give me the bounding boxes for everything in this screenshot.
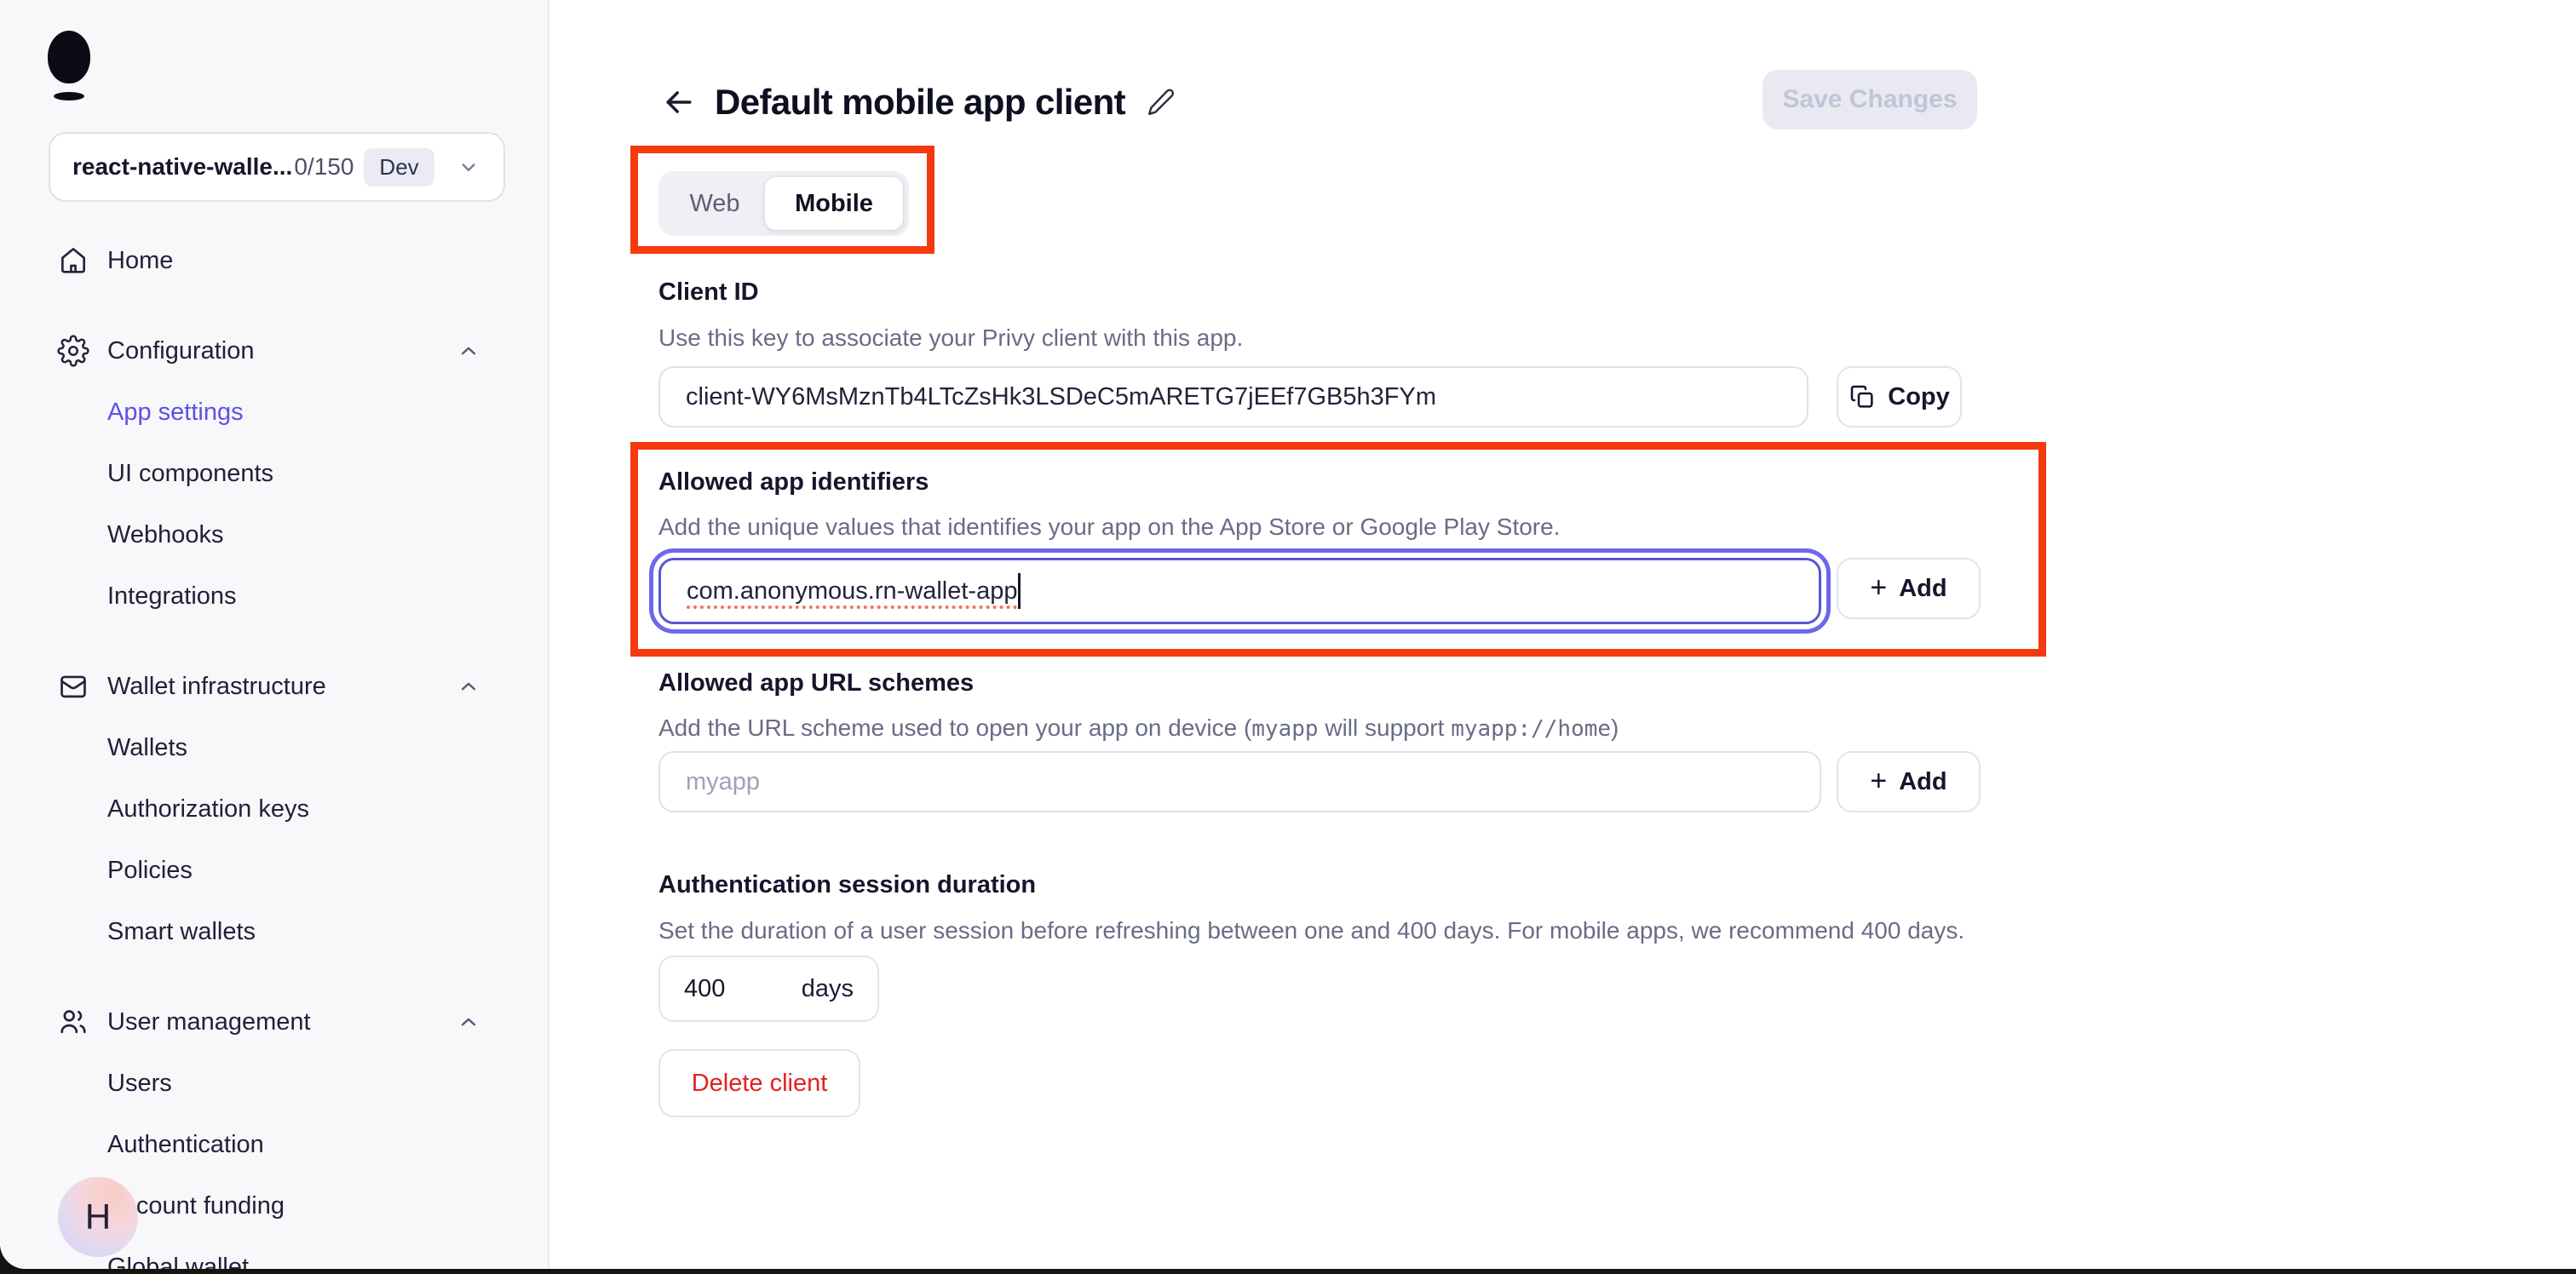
chevron-up-icon [456, 674, 481, 699]
platform-tabs: Web Mobile [658, 171, 909, 236]
copy-icon [1849, 383, 1876, 410]
app-identifiers-label: Allowed app identifiers [658, 468, 929, 496]
client-id-description: Use this key to associate your Privy cli… [658, 324, 1243, 352]
sidebar-group-wallet-infrastructure[interactable]: Wallet infrastructure [0, 656, 548, 717]
plus-icon: + [1870, 573, 1887, 602]
sidebar-item-label: Wallets [107, 734, 187, 762]
app-identifier-value: com.anonymous.rn-wallet-app [687, 577, 1017, 605]
url-scheme-placeholder: myapp [686, 768, 760, 796]
client-id-input[interactable]: client-WY6MsMznTb4LTcZsHk3LSDeC5mARETG7j… [658, 366, 1808, 428]
session-duration-label: Authentication session duration [658, 871, 1036, 899]
session-duration-input[interactable]: 400 days [658, 956, 879, 1022]
privy-logo-icon [48, 31, 92, 102]
client-id-value: client-WY6MsMznTb4LTcZsHk3LSDeC5mARETG7j… [686, 383, 1436, 411]
plus-icon: + [1870, 766, 1887, 795]
sidebar-item-users[interactable]: Users [0, 1053, 548, 1114]
session-duration-value: 400 [684, 975, 725, 1003]
main-content: Default mobile app client Save Changes W… [549, 0, 2576, 1269]
sidebar-item-label: Global wallet [107, 1254, 249, 1270]
sidebar-item-smart-wallets[interactable]: Smart wallets [0, 901, 548, 962]
sidebar-item-home[interactable]: Home [0, 230, 548, 291]
url-schemes-description: Add the URL scheme used to open your app… [658, 714, 1619, 742]
sidebar-item-label: Authentication [107, 1131, 264, 1159]
sidebar-group-label: Wallet infrastructure [107, 673, 326, 701]
sidebar-group-user-management[interactable]: User management [0, 991, 548, 1053]
session-duration-unit: days [802, 975, 854, 1003]
avatar-initial: H [85, 1197, 111, 1237]
save-changes-button[interactable]: Save Changes [1762, 70, 1977, 129]
sidebar-item-label: Webhooks [107, 521, 224, 549]
copy-button-label: Copy [1888, 383, 1950, 411]
wallet-icon [56, 669, 90, 703]
sidebar-item-policies[interactable]: Policies [0, 840, 548, 901]
client-id-label: Client ID [658, 278, 759, 307]
sidebar-item-label: Smart wallets [107, 918, 256, 946]
project-selector[interactable]: react-native-walle... 0/150 Dev [49, 132, 505, 202]
sidebar-item-label: UI components [107, 460, 273, 488]
gear-icon [56, 334, 90, 368]
url-schemes-desc-text: ) [1611, 714, 1619, 741]
add-url-scheme-button[interactable]: + Add [1837, 751, 1981, 812]
sidebar-item-label: App settings [107, 399, 244, 427]
delete-client-button[interactable]: Delete client [658, 1049, 860, 1117]
env-badge: Dev [364, 148, 434, 187]
app-identifier-input[interactable]: com.anonymous.rn-wallet-app [658, 558, 1821, 624]
page-title: Default mobile app client [715, 82, 1125, 123]
pencil-icon[interactable] [1144, 85, 1178, 119]
sidebar: react-native-walle... 0/150 Dev Home Con… [0, 0, 549, 1269]
sidebar-item-label: Policies [107, 857, 193, 885]
add-identifier-button[interactable]: + Add [1837, 558, 1981, 619]
sidebar-group-configuration[interactable]: Configuration [0, 320, 548, 382]
url-schemes-desc-mono: myapp://home [1451, 716, 1611, 742]
sidebar-item-integrations[interactable]: Integrations [0, 565, 548, 627]
sidebar-item-app-settings[interactable]: App settings [0, 382, 548, 443]
sidebar-item-authorization-keys[interactable]: Authorization keys [0, 778, 548, 840]
sidebar-group-label: Configuration [107, 337, 255, 365]
sidebar-item-label: Home [107, 247, 173, 275]
sidebar-nav: Home Configuration App settings UI compo… [0, 230, 548, 1269]
user-avatar[interactable]: H [58, 1177, 138, 1257]
url-scheme-input[interactable]: myapp [658, 751, 1821, 812]
url-schemes-desc-mono: myapp [1251, 716, 1318, 742]
chevron-down-icon [456, 154, 481, 180]
text-caret [1018, 573, 1021, 609]
users-icon [56, 1005, 90, 1039]
back-button[interactable] [658, 82, 699, 123]
sidebar-item-label: Users [107, 1070, 172, 1098]
project-name: react-native-walle... [72, 153, 292, 181]
sidebar-item-label: Integrations [107, 582, 237, 611]
url-schemes-label: Allowed app URL schemes [658, 669, 974, 697]
sidebar-item-ui-components[interactable]: UI components [0, 443, 548, 504]
copy-button[interactable]: Copy [1837, 366, 1962, 428]
sidebar-item-label: Authorization keys [107, 795, 309, 824]
chevron-up-icon [456, 1009, 481, 1035]
tab-mobile[interactable]: Mobile [765, 177, 903, 230]
home-icon [56, 244, 90, 278]
sidebar-item-webhooks[interactable]: Webhooks [0, 504, 548, 565]
project-usage: 0/150 [294, 153, 354, 181]
add-button-label: Add [1899, 768, 1946, 796]
sidebar-item-wallets[interactable]: Wallets [0, 717, 548, 778]
app-identifiers-description: Add the unique values that identifies yo… [658, 514, 1560, 541]
url-schemes-desc-text: Add the URL scheme used to open your app… [658, 714, 1251, 741]
sidebar-group-label: User management [107, 1008, 311, 1036]
app-window: react-native-walle... 0/150 Dev Home Con… [0, 0, 2576, 1269]
session-duration-description: Set the duration of a user session befor… [658, 917, 1964, 944]
tab-web[interactable]: Web [664, 177, 765, 230]
sidebar-item-authentication[interactable]: Authentication [0, 1114, 548, 1175]
url-schemes-desc-text: will support [1319, 714, 1452, 741]
add-button-label: Add [1899, 575, 1946, 603]
chevron-up-icon [456, 338, 481, 364]
